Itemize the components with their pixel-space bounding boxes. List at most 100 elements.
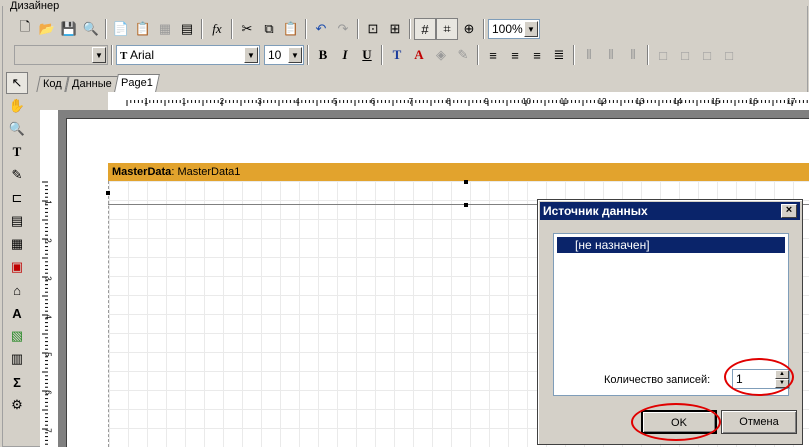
chevron-down-icon[interactable]: ▼ [524,21,538,37]
valign-middle-icon[interactable]: ⫴ [600,44,622,66]
page-props-icon[interactable]: 📋 [132,18,154,40]
format-painter-icon[interactable]: ✎ [6,164,28,186]
redo-icon[interactable]: ↷ [332,18,354,40]
ruler-tick-label: 16 [748,97,758,106]
list-item[interactable]: [не назначен] [557,237,785,253]
report-icon[interactable]: ▤ [176,18,198,40]
format-toolbar: ▼ T Arial ▼ 10 ▼ B I U Т A ◈ ✎ ≡ ≡ ≡ ≣ ⫴… [10,42,809,68]
style-combo[interactable]: ▼ [14,45,108,65]
highlight-icon[interactable]: ◈ [430,44,452,66]
band-resize-handle[interactable] [464,203,468,207]
close-button[interactable]: × [781,204,797,218]
designer-title: Дизайнер [8,0,62,12]
ruler-tick-label: 14 [673,97,683,106]
main-toolbar: 🗋 📂 💾 🔍 📄 📋 ▦ ▤ fx ✂ ⧉ 📋 ↶ ↷ ⊡ ⊞ # ⌗ ⊕ 1… [10,16,800,42]
group-icon[interactable]: ⊡ [362,18,384,40]
font-name-text: Arial [130,48,155,62]
cut-icon[interactable]: ✂ [236,18,258,40]
copy-icon[interactable]: ⧉ [258,18,280,40]
band-type: MasterData [112,166,172,178]
font-type-icon: T [120,50,128,62]
bold-button[interactable]: B [312,44,334,66]
frame-top-icon[interactable]: □ [652,44,674,66]
ruler-tick-label: 9 [484,97,489,106]
ruler-tick-label: 11 [559,97,569,106]
tab-data[interactable]: Данные [65,76,119,92]
valign-bottom-icon[interactable]: ⫴ [622,44,644,66]
ungroup-icon[interactable]: ⊞ [384,18,406,40]
vertical-ruler: 1 2 3 4 5 6 7 [40,110,58,447]
ruler-tick-label: 8 [446,97,451,106]
page-setup-icon[interactable]: 📄 [110,18,132,40]
frame-bottom-icon[interactable]: □ [674,44,696,66]
band-resize-handle[interactable] [106,191,110,195]
underline-button[interactable]: U [356,44,378,66]
chevron-down-icon[interactable]: ▼ [92,47,106,63]
horizontal-ruler: 1123456789101112131415161718 [108,92,809,110]
align-right-icon[interactable]: ≡ [526,44,548,66]
font-settings-button[interactable]: Т [386,44,408,66]
frame-right-icon[interactable]: □ [718,44,740,66]
text-edit-icon[interactable]: T [6,141,28,163]
tab-page1[interactable]: Page1 [114,74,161,92]
ruler-tick-label: 7 [408,97,414,106]
align-grid-icon[interactable]: ⌗ [436,18,458,40]
fit-grid-icon[interactable]: ⊕ [458,18,480,40]
ruler-tick-label: 7 [43,428,53,433]
data-source-dialog: Источник данных × [не назначен] Количест… [537,199,803,445]
ruler-tick-label: 13 [635,97,645,106]
align-center-icon[interactable]: ≡ [504,44,526,66]
dialog-title: Источник данных [543,204,648,218]
align-justify-icon[interactable]: ≣ [548,44,570,66]
align-left-icon[interactable]: ≡ [482,44,504,66]
font-name-value: T Arial [117,48,244,62]
band-name: MasterData1 [177,166,241,178]
frame-left-icon[interactable]: □ [696,44,718,66]
font-color-button[interactable]: A [408,44,430,66]
font-name-combo[interactable]: T Arial ▼ [116,45,260,65]
ruler-tick-label: 1 [144,97,149,106]
select-arrow-icon[interactable]: ↖ [6,72,28,94]
save-icon[interactable]: 💾 [58,18,80,40]
paste-icon[interactable]: 📋 [280,18,302,40]
preview-icon[interactable]: 🔍 [80,18,102,40]
ruler-tick-label: 12 [597,97,607,106]
text-object-icon[interactable]: ▤ [6,210,28,232]
shape-icon[interactable]: ⌂ [6,279,28,301]
highlight-edit-icon[interactable]: ✎ [452,44,474,66]
font-size-combo[interactable]: 10 ▼ [264,45,304,65]
font-size-value: 10 [268,48,282,62]
highlight-oval [724,358,794,396]
zoom-combo[interactable]: 100% ▼ [488,19,540,39]
italic-button[interactable]: I [334,44,356,66]
new-page-icon[interactable]: 🗋 [14,18,36,40]
subreport-icon[interactable]: ▣ [6,256,28,278]
tab-code[interactable]: Код [36,76,69,92]
hand-icon[interactable]: ✋ [6,95,28,117]
valign-top-icon[interactable]: ⫴ [578,44,600,66]
picture-object-icon[interactable]: ▦ [6,233,28,255]
tools-icon[interactable]: ⚙ [6,394,28,416]
chevron-down-icon[interactable]: ▼ [288,47,302,63]
memo-icon[interactable]: ▥ [6,348,28,370]
label-icon[interactable]: A [6,302,28,324]
insert-band-icon[interactable]: ⊏ [6,187,28,209]
cancel-button[interactable]: Отмена [721,410,797,434]
sum-icon[interactable]: Σ [6,371,28,393]
function-icon[interactable]: fx [206,18,228,40]
masterdata-band-header[interactable]: MasterData: MasterData1 [108,163,809,181]
ruler-tick-label: 2 [43,238,53,243]
image-icon[interactable]: ▧ [6,325,28,347]
ruler-tick-label: 4 [43,314,53,319]
open-icon[interactable]: 📂 [36,18,58,40]
dictionary-icon[interactable]: ▦ [154,18,176,40]
ruler-tick-label: 1 [181,97,187,106]
undo-icon[interactable]: ↶ [310,18,332,40]
chevron-down-icon[interactable]: ▼ [244,47,258,63]
zoom-icon[interactable]: 🔍 [6,118,28,140]
ruler-tick-label: 5 [43,352,53,357]
record-count-label: Количество записей: [604,374,711,386]
band-resize-handle[interactable] [464,180,468,184]
grid-icon[interactable]: # [414,18,436,40]
dialog-title-bar[interactable]: Источник данных × [540,202,800,220]
